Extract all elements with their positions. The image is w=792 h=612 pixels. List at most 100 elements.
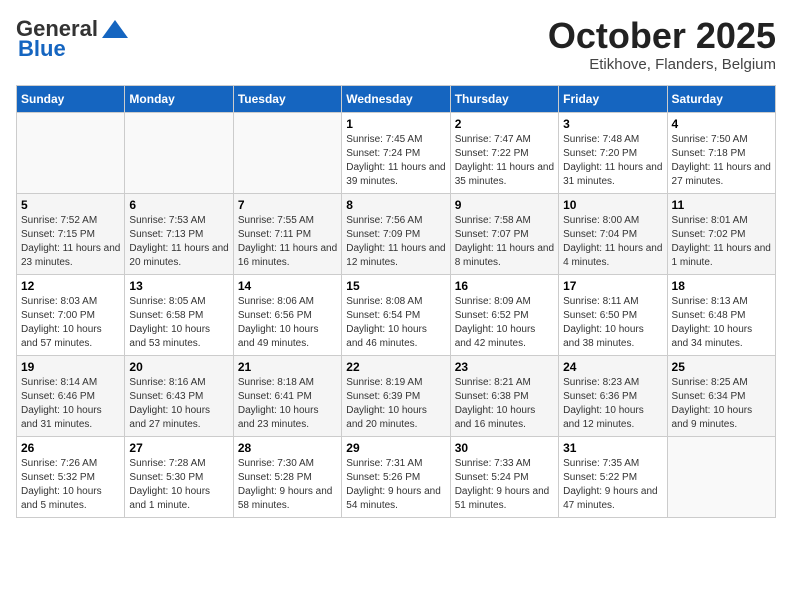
day-info: Sunrise: 8:08 AM Sunset: 6:54 PM Dayligh… (346, 295, 445, 351)
day-number: 6 (129, 198, 228, 212)
day-info: Sunrise: 8:03 AM Sunset: 7:00 PM Dayligh… (21, 295, 120, 351)
day-cell (233, 112, 341, 193)
day-number: 15 (346, 279, 445, 293)
week-row-3: 12 Sunrise: 8:03 AM Sunset: 7:00 PM Dayli… (17, 274, 776, 355)
day-number: 21 (238, 360, 337, 374)
day-cell: 17 Sunrise: 8:11 AM Sunset: 6:50 PM Dayli… (559, 274, 667, 355)
day-number: 16 (455, 279, 554, 293)
day-cell (125, 112, 233, 193)
day-number: 7 (238, 198, 337, 212)
title-section: October 2025 Etikhove, Flanders, Belgium (548, 16, 776, 73)
day-number: 22 (346, 360, 445, 374)
day-number: 3 (563, 117, 662, 131)
day-cell: 27 Sunrise: 7:28 AM Sunset: 5:30 PM Dayli… (125, 436, 233, 517)
day-info: Sunrise: 7:52 AM Sunset: 7:15 PM Dayligh… (21, 214, 120, 270)
day-cell: 9 Sunrise: 7:58 AM Sunset: 7:07 PM Daylig… (450, 193, 558, 274)
day-number: 30 (455, 441, 554, 455)
day-number: 27 (129, 441, 228, 455)
day-info: Sunrise: 7:30 AM Sunset: 5:28 PM Dayligh… (238, 457, 337, 513)
header-day-saturday: Saturday (667, 85, 775, 112)
day-info: Sunrise: 8:09 AM Sunset: 6:52 PM Dayligh… (455, 295, 554, 351)
day-number: 25 (672, 360, 771, 374)
day-cell: 18Sunrise: 8:13 AM Sunset: 6:48 PM Dayli… (667, 274, 775, 355)
header-day-thursday: Thursday (450, 85, 558, 112)
day-info: Sunrise: 8:23 AM Sunset: 6:36 PM Dayligh… (563, 376, 662, 432)
day-number: 19 (21, 360, 120, 374)
day-info: Sunrise: 7:33 AM Sunset: 5:24 PM Dayligh… (455, 457, 554, 513)
day-number: 10 (563, 198, 662, 212)
day-info: Sunrise: 7:55 AM Sunset: 7:11 PM Dayligh… (238, 214, 337, 270)
day-info: Sunrise: 8:19 AM Sunset: 6:39 PM Dayligh… (346, 376, 445, 432)
day-info: Sunrise: 7:28 AM Sunset: 5:30 PM Dayligh… (129, 457, 228, 513)
day-info: Sunrise: 8:05 AM Sunset: 6:58 PM Dayligh… (129, 295, 228, 351)
day-cell: 2 Sunrise: 7:47 AM Sunset: 7:22 PM Daylig… (450, 112, 558, 193)
day-cell: 19Sunrise: 8:14 AM Sunset: 6:46 PM Dayli… (17, 355, 125, 436)
day-cell: 24Sunrise: 8:23 AM Sunset: 6:36 PM Dayli… (559, 355, 667, 436)
logo: General Blue (16, 16, 130, 62)
day-info: Sunrise: 8:01 AM Sunset: 7:02 PM Dayligh… (672, 214, 771, 270)
day-info: Sunrise: 8:25 AM Sunset: 6:34 PM Dayligh… (672, 376, 771, 432)
day-cell: 30 Sunrise: 7:33 AM Sunset: 5:24 PM Dayli… (450, 436, 558, 517)
day-cell: 12 Sunrise: 8:03 AM Sunset: 7:00 PM Dayli… (17, 274, 125, 355)
day-number: 17 (563, 279, 662, 293)
day-info: Sunrise: 7:56 AM Sunset: 7:09 PM Dayligh… (346, 214, 445, 270)
week-row-2: 5 Sunrise: 7:52 AM Sunset: 7:15 PM Daylig… (17, 193, 776, 274)
day-number: 12 (21, 279, 120, 293)
day-number: 31 (563, 441, 662, 455)
day-cell: 23 Sunrise: 8:21 AM Sunset: 6:38 PM Dayli… (450, 355, 558, 436)
day-info: Sunrise: 7:53 AM Sunset: 7:13 PM Dayligh… (129, 214, 228, 270)
day-cell: 8 Sunrise: 7:56 AM Sunset: 7:09 PM Daylig… (342, 193, 450, 274)
day-cell: 10Sunrise: 8:00 AM Sunset: 7:04 PM Dayli… (559, 193, 667, 274)
day-cell: 3Sunrise: 7:48 AM Sunset: 7:20 PM Daylig… (559, 112, 667, 193)
day-number: 9 (455, 198, 554, 212)
month-title: October 2025 (548, 16, 776, 56)
day-info: Sunrise: 8:21 AM Sunset: 6:38 PM Dayligh… (455, 376, 554, 432)
day-cell: 20 Sunrise: 8:16 AM Sunset: 6:43 PM Dayli… (125, 355, 233, 436)
logo-icon (100, 18, 130, 40)
day-cell: 4 Sunrise: 7:50 AM Sunset: 7:18 PM Daylig… (667, 112, 775, 193)
day-cell: 26 Sunrise: 7:26 AM Sunset: 5:32 PM Dayli… (17, 436, 125, 517)
week-row-1: 1Sunrise: 7:45 AM Sunset: 7:24 PM Daylig… (17, 112, 776, 193)
day-number: 28 (238, 441, 337, 455)
week-row-5: 26 Sunrise: 7:26 AM Sunset: 5:32 PM Dayli… (17, 436, 776, 517)
day-cell: 14 Sunrise: 8:06 AM Sunset: 6:56 PM Dayli… (233, 274, 341, 355)
day-number: 20 (129, 360, 228, 374)
day-cell: 29Sunrise: 7:31 AM Sunset: 5:26 PM Dayli… (342, 436, 450, 517)
day-number: 2 (455, 117, 554, 131)
day-number: 29 (346, 441, 445, 455)
header-row: SundayMondayTuesdayWednesdayThursdayFrid… (17, 85, 776, 112)
day-info: Sunrise: 8:16 AM Sunset: 6:43 PM Dayligh… (129, 376, 228, 432)
day-cell: 11Sunrise: 8:01 AM Sunset: 7:02 PM Dayli… (667, 193, 775, 274)
day-cell: 1Sunrise: 7:45 AM Sunset: 7:24 PM Daylig… (342, 112, 450, 193)
day-cell: 15 Sunrise: 8:08 AM Sunset: 6:54 PM Dayli… (342, 274, 450, 355)
day-number: 8 (346, 198, 445, 212)
day-number: 26 (21, 441, 120, 455)
day-info: Sunrise: 8:13 AM Sunset: 6:48 PM Dayligh… (672, 295, 771, 351)
day-number: 13 (129, 279, 228, 293)
day-cell: 31Sunrise: 7:35 AM Sunset: 5:22 PM Dayli… (559, 436, 667, 517)
day-info: Sunrise: 7:58 AM Sunset: 7:07 PM Dayligh… (455, 214, 554, 270)
day-cell: 6 Sunrise: 7:53 AM Sunset: 7:13 PM Daylig… (125, 193, 233, 274)
day-info: Sunrise: 8:18 AM Sunset: 6:41 PM Dayligh… (238, 376, 337, 432)
calendar-header: SundayMondayTuesdayWednesdayThursdayFrid… (17, 85, 776, 112)
calendar-table: SundayMondayTuesdayWednesdayThursdayFrid… (16, 85, 776, 518)
day-cell: 13 Sunrise: 8:05 AM Sunset: 6:58 PM Dayli… (125, 274, 233, 355)
page-header: General Blue October 2025 Etikhove, Flan… (16, 16, 776, 73)
day-info: Sunrise: 7:45 AM Sunset: 7:24 PM Dayligh… (346, 133, 445, 189)
day-cell: 16 Sunrise: 8:09 AM Sunset: 6:52 PM Dayli… (450, 274, 558, 355)
week-row-4: 19Sunrise: 8:14 AM Sunset: 6:46 PM Dayli… (17, 355, 776, 436)
day-info: Sunrise: 8:11 AM Sunset: 6:50 PM Dayligh… (563, 295, 662, 351)
day-number: 5 (21, 198, 120, 212)
day-cell: 21 Sunrise: 8:18 AM Sunset: 6:41 PM Dayli… (233, 355, 341, 436)
header-day-sunday: Sunday (17, 85, 125, 112)
day-number: 4 (672, 117, 771, 131)
day-info: Sunrise: 7:47 AM Sunset: 7:22 PM Dayligh… (455, 133, 554, 189)
header-day-tuesday: Tuesday (233, 85, 341, 112)
header-day-wednesday: Wednesday (342, 85, 450, 112)
day-cell: 7 Sunrise: 7:55 AM Sunset: 7:11 PM Daylig… (233, 193, 341, 274)
day-number: 14 (238, 279, 337, 293)
day-number: 23 (455, 360, 554, 374)
day-info: Sunrise: 8:06 AM Sunset: 6:56 PM Dayligh… (238, 295, 337, 351)
day-info: Sunrise: 7:50 AM Sunset: 7:18 PM Dayligh… (672, 133, 771, 189)
day-info: Sunrise: 7:26 AM Sunset: 5:32 PM Dayligh… (21, 457, 120, 513)
